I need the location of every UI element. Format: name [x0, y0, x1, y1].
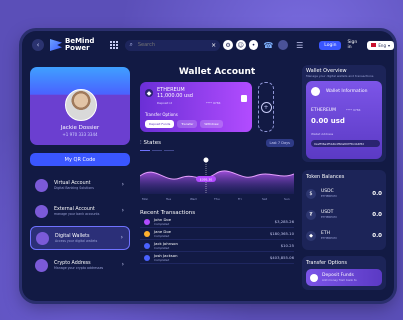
transaction-row[interactable]: John Doe Completed $3,285.26	[140, 216, 294, 228]
transaction-row[interactable]: Jane Doe Completed $180,365.10	[140, 228, 294, 240]
usdt-icon: ₮	[306, 209, 316, 220]
withdraw-button[interactable]: Withdraw	[200, 120, 223, 128]
chevron-down-icon: ▾	[388, 42, 391, 48]
sidebar-item-crypto-address[interactable]: Crypto Address Manage your crypto address…	[30, 254, 130, 276]
profile-photo	[65, 89, 97, 121]
sidebar-item-digital-wallets[interactable]: Digital Wallets Access your digital walle…	[30, 226, 130, 250]
user-icon[interactable]: ☺	[235, 40, 246, 50]
search-icon: ⌕	[129, 41, 133, 48]
right-panel: Wallet Overview Manage your digital wall…	[302, 65, 386, 299]
chart-tabs	[140, 150, 294, 151]
states-header: ⫶ States Last 7 Days	[140, 139, 294, 147]
sidebar-menu: Virtual Account Digital Banking Solutions…	[30, 174, 130, 276]
phone-icon[interactable]: ☎	[263, 41, 273, 50]
x-tick: Tue	[165, 197, 171, 201]
qr-code-button[interactable]: My QR Code	[30, 153, 130, 166]
flag-icon	[371, 43, 377, 47]
logo-icon	[50, 39, 62, 51]
chart-icon: ⫶	[140, 139, 142, 146]
states-chart: $395.30 Mon Tue Wed Thu Fri Sat Sun	[139, 157, 295, 201]
settings-icon[interactable]: ⚙	[223, 40, 233, 50]
transfer-button[interactable]: Transfer	[177, 120, 198, 128]
x-tick: Mon	[142, 197, 148, 201]
token-row-usdc[interactable]: $ USDC ETHEREUM 0.0	[306, 183, 382, 204]
notification-icon[interactable]: •	[248, 40, 259, 50]
wallet-icon	[311, 87, 320, 96]
x-tick: Wed	[190, 197, 197, 201]
chevron-right-icon: ›	[121, 261, 124, 268]
app-window: ‹ BeMind Power ⌕ × ⚙ ☺ • ☎ ☰ Login Sign …	[22, 31, 394, 301]
left-sidebar: Jackie Dossier +1 970 333 3344 My QR Cod…	[30, 67, 130, 295]
transaction-row[interactable]: Jack Johnson Completed $10.25	[140, 240, 294, 252]
marker-value: $395.30	[200, 178, 212, 182]
x-tick: Thu	[213, 197, 220, 201]
marker-point[interactable]	[203, 157, 209, 163]
login-button[interactable]: Login	[319, 40, 342, 50]
sidebar-item-external-account[interactable]: External Account manage your bank account…	[30, 200, 130, 222]
x-tick: Fri	[238, 197, 242, 201]
wallet-icon	[36, 231, 49, 245]
chevron-right-icon: ›	[120, 234, 123, 241]
ethereum-label: ETHEREUM	[311, 108, 336, 113]
back-button[interactable]: ‹	[32, 39, 44, 51]
wallet-card[interactable]: ◆ ETHEREUM 11,000.00 usd Deposit id ****…	[140, 82, 252, 132]
transfer-options: Transfer Options Deposit Funds Add money …	[302, 256, 386, 290]
search-input[interactable]	[135, 41, 210, 49]
crypto-icon	[35, 258, 48, 272]
signin-link[interactable]: Sign in	[347, 40, 362, 50]
user-icon	[144, 230, 150, 237]
close-icon[interactable]: ×	[211, 42, 216, 49]
page-title: Wallet Account	[178, 67, 256, 77]
wallet-icon	[35, 178, 48, 192]
x-tick: Sun	[284, 197, 290, 201]
language-select[interactable]: Eng ▾	[367, 40, 394, 50]
period-select[interactable]: Last 7 Days	[265, 139, 294, 147]
copy-icon[interactable]	[241, 95, 247, 102]
transactions-list: John Doe Completed $3,285.26 Jane Doe Comp…	[140, 216, 294, 264]
app-name: BeMind Power	[65, 37, 95, 52]
token-balances: Token Balances $ USDC ETHEREUM 0.0 ₮ USDT…	[302, 170, 386, 250]
logo[interactable]: ‹ BeMind Power	[32, 38, 94, 52]
ethereum-icon: ◆	[145, 89, 153, 97]
profile-card: Jackie Dossier +1 970 333 3344	[30, 67, 130, 145]
plus-icon: +	[260, 101, 272, 113]
ethereum-icon: ◆	[306, 230, 316, 241]
profile-name: Jackie Dossier	[60, 125, 100, 131]
deposit-funds-button[interactable]: Deposit Funds Add money from bank to	[306, 269, 382, 286]
search-bar[interactable]: ⌕ ×	[125, 39, 221, 51]
avatar[interactable]	[278, 40, 289, 50]
user-icon	[144, 218, 150, 225]
chevron-right-icon: ›	[121, 181, 124, 188]
user-icon	[144, 254, 150, 261]
wallet-overview: Wallet Overview Manage your digital wall…	[302, 65, 386, 162]
x-tick: Sat	[262, 197, 268, 201]
user-icon	[144, 242, 150, 249]
bank-icon	[35, 204, 48, 218]
deposit-funds-button[interactable]: Deposit Funds	[145, 120, 175, 128]
wallet-cards: ◆ ETHEREUM 11,000.00 usd Deposit id ****…	[140, 82, 294, 132]
token-row-usdt[interactable]: ₮ USDT ETHEREUM 0.0	[306, 204, 382, 225]
wallet-address[interactable]: 0xeff36a4f5b4b4f8da897f5b4b4f8d	[311, 140, 380, 147]
apps-grid-icon[interactable]	[110, 41, 119, 49]
main-panel: Wallet Account ◆ ETHEREUM 11,000.00 usd …	[139, 65, 295, 297]
chevron-right-icon: ›	[121, 207, 124, 214]
token-row-eth[interactable]: ◆ ETH ETHEREUM 0.0	[306, 225, 382, 246]
top-bar: ‹ BeMind Power ⌕ × ⚙ ☺ • ☎ ☰ Login Sign …	[22, 31, 394, 59]
profile-phone: +1 970 333 3344	[62, 132, 98, 137]
wallet-info-card: Wallet Information ETHEREUM **** 9784 0.…	[306, 81, 382, 159]
menu-icon[interactable]: ☰	[296, 41, 303, 50]
sidebar-item-virtual-account[interactable]: Virtual Account Digital Banking Solutions…	[30, 174, 130, 196]
transaction-row[interactable]: Josh Jackson Completed $403,855.06	[140, 252, 294, 264]
usdc-icon: $	[306, 188, 316, 199]
deposit-icon	[310, 273, 318, 282]
add-wallet-button[interactable]: +	[258, 82, 274, 132]
